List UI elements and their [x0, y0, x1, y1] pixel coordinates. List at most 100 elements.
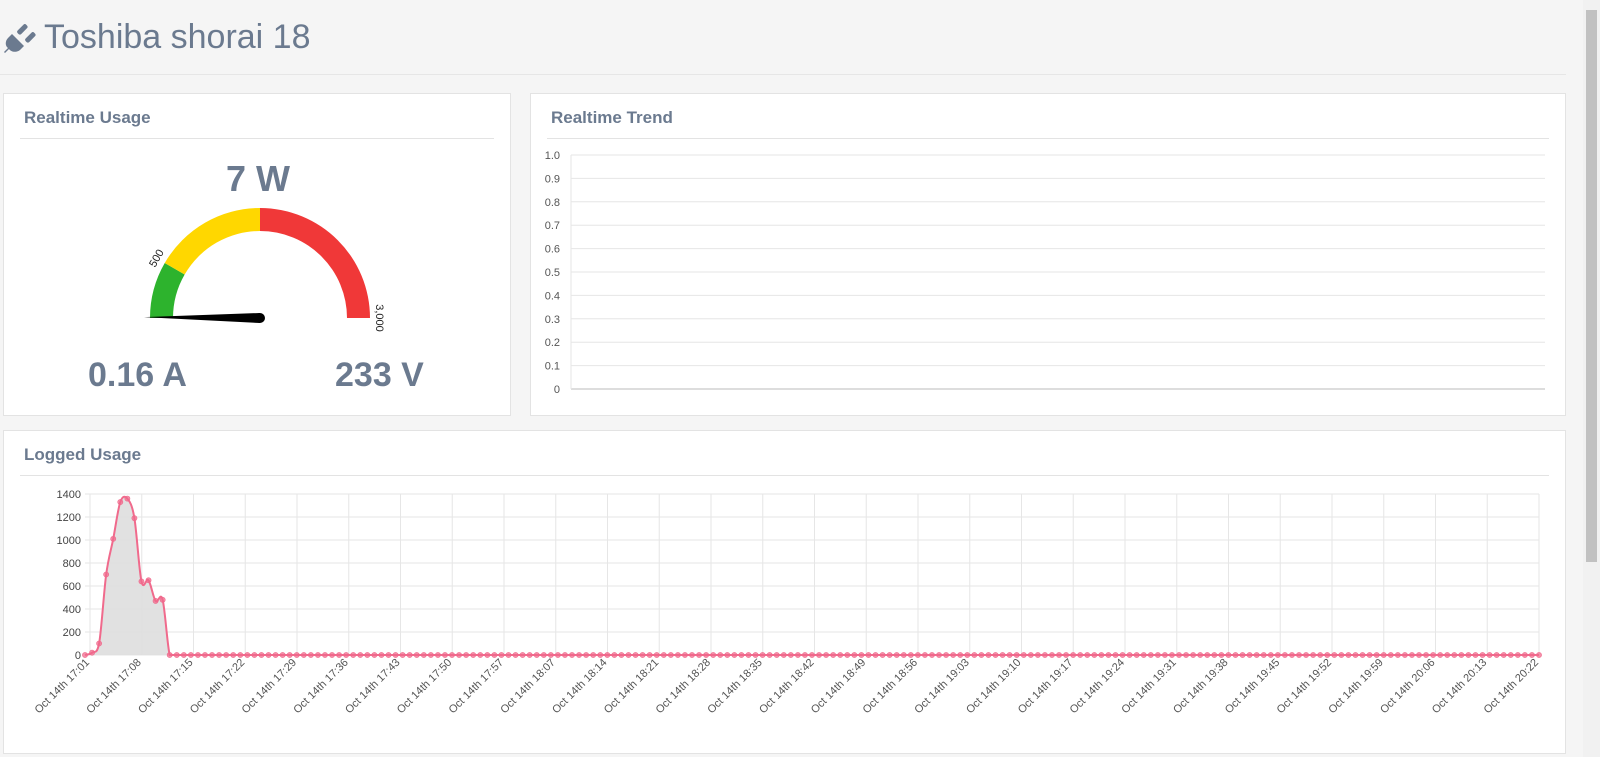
logged-data-point	[533, 652, 540, 658]
logged-data-point	[371, 652, 378, 658]
logged-y-tick-label: 400	[63, 604, 81, 616]
logged-data-point	[1183, 652, 1189, 658]
logged-data-point	[844, 652, 851, 658]
logged-data-point	[851, 652, 858, 658]
logged-usage-panel: 0 200 400 600 800 1000 1200 1400 Oct 14th 17:01 O…	[3, 430, 1566, 754]
logged-data-point	[985, 652, 992, 658]
logged-data-point	[343, 652, 350, 658]
logged-x-tick-label: Oct 14th 17:01	[33, 657, 93, 717]
logged-data-point	[780, 652, 787, 658]
logged-data-point	[1394, 652, 1401, 658]
logged-x-tick-label: Oct 14th 18:56	[861, 657, 921, 717]
logged-data-point	[435, 652, 441, 658]
logged-data-point	[625, 652, 632, 658]
page-header: Toshiba shorai 18	[0, 12, 1566, 75]
logged-data-point	[1324, 652, 1331, 658]
logged-data-point	[1317, 652, 1324, 658]
logged-data-point	[1416, 652, 1422, 658]
logged-x-tick-label: Oct 14th 19:17	[1016, 657, 1076, 717]
logged-data-point	[978, 652, 985, 658]
logged-data-point	[1401, 652, 1408, 658]
logged-data-point	[336, 652, 342, 658]
logged-x-tick-label: Oct 14th 19:52	[1275, 657, 1335, 717]
logged-x-tick-label: Oct 14th 18:14	[550, 657, 610, 717]
logged-data-point	[639, 652, 646, 658]
logged-data-point	[936, 652, 942, 658]
logged-data-point	[279, 652, 286, 658]
logged-data-point	[1225, 652, 1232, 658]
logged-data-point	[957, 652, 964, 658]
logged-data-point	[350, 652, 357, 658]
logged-data-point	[1154, 652, 1161, 658]
realtime-trend-panel: 0 0.1 0.2 0.3 0.4 0.5 0.6 0.7 0.8 0.9 1.0 Realtime…	[530, 93, 1566, 416]
logged-data-point	[124, 495, 131, 502]
logged-data-point	[117, 499, 124, 505]
logged-x-tick-label: Oct 14th 19:31	[1119, 657, 1179, 717]
logged-data-point	[1027, 652, 1034, 658]
logged-x-tick-label: Oct 14th 17:29	[240, 657, 300, 717]
logged-x-tick-label: Oct 14th 18:35	[705, 657, 765, 717]
logged-x-tick-label: Oct 14th 19:59	[1326, 657, 1386, 717]
logged-data-point	[830, 652, 837, 658]
gauge-band-2	[260, 208, 370, 318]
logged-data-point	[1387, 652, 1394, 658]
logged-data-point	[1521, 652, 1528, 658]
trend-y-tick-label: 0.1	[545, 361, 560, 373]
logged-data-point	[1486, 652, 1493, 658]
logged-data-point	[145, 577, 152, 584]
trend-y-tick-label: 0	[554, 384, 560, 396]
logged-x-tick-label: Oct 14th 17:22	[188, 657, 248, 717]
logged-data-point	[1190, 652, 1197, 658]
logged-data-point	[131, 515, 138, 522]
realtime-usage-panel: Realtime Usage 7 W 5001,5003,000 0.16 A …	[3, 93, 511, 416]
logged-data-point	[315, 652, 321, 658]
page-scrollbar[interactable]	[1583, 0, 1600, 757]
logged-data-point	[914, 652, 921, 658]
logged-data-point	[82, 652, 88, 658]
logged-x-tick-label: Oct 14th 20:22	[1482, 657, 1542, 717]
logged-data-point	[456, 652, 462, 658]
logged-data-point	[950, 652, 957, 658]
logged-data-point	[759, 652, 766, 658]
logged-data-point	[1366, 652, 1373, 658]
logged-data-point	[1119, 652, 1126, 658]
logged-data-point	[1536, 652, 1542, 658]
logged-data-point	[576, 652, 582, 658]
logged-data-point	[879, 652, 886, 658]
logged-x-tick-label: Oct 14th 20:13	[1430, 657, 1490, 717]
logged-x-tick-label: Oct 14th 18:49	[809, 657, 869, 717]
divider	[20, 138, 494, 139]
logged-data-point	[272, 652, 279, 658]
logged-data-point	[858, 652, 865, 658]
logged-data-point	[703, 652, 710, 658]
logged-data-point	[1049, 652, 1055, 658]
logged-data-point	[569, 652, 575, 658]
logged-data-point	[1006, 652, 1013, 658]
logged-data-point	[597, 652, 604, 658]
logged-data-point	[1331, 652, 1338, 658]
logged-data-point	[971, 652, 978, 658]
logged-data-point	[689, 652, 695, 658]
logged-data-point	[1070, 652, 1077, 658]
logged-data-point	[1204, 652, 1211, 658]
logged-data-point	[547, 652, 554, 658]
logged-data-point	[110, 535, 117, 542]
logged-data-point	[999, 652, 1006, 658]
realtime-usage-title: Realtime Usage	[24, 108, 151, 127]
logged-data-point	[307, 652, 314, 658]
logged-data-point	[1077, 652, 1084, 658]
trend-y-tick-label: 0.2	[545, 337, 560, 349]
logged-data-point	[470, 652, 477, 658]
logged-data-point	[1352, 652, 1359, 658]
logged-data-point	[526, 652, 533, 658]
logged-data-point	[1507, 652, 1514, 658]
logged-data-point	[1423, 652, 1429, 658]
logged-data-point	[477, 652, 484, 658]
realtime-trend-chart: 0 0.1 0.2 0.3 0.4 0.5 0.6 0.7 0.8 0.9 1.0	[545, 150, 1545, 396]
logged-data-point	[1296, 652, 1302, 658]
logged-data-point	[216, 652, 223, 658]
logged-data-point	[484, 652, 491, 658]
logged-data-point	[1373, 652, 1380, 658]
logged-data-point	[202, 652, 208, 658]
scrollbar-thumb[interactable]	[1586, 10, 1597, 562]
